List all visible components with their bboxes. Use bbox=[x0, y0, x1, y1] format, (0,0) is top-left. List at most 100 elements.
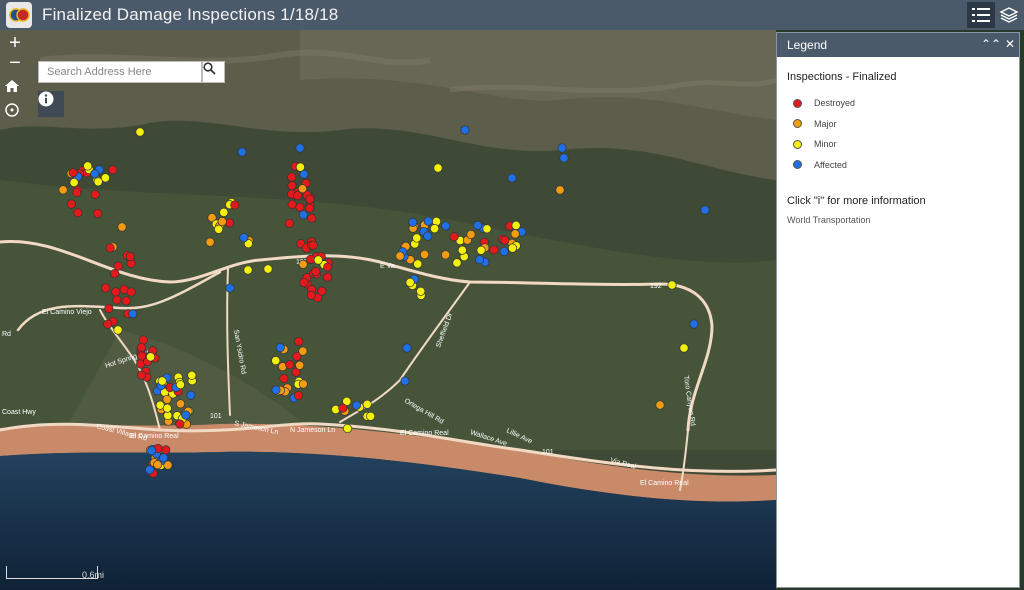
inspection-point[interactable] bbox=[306, 254, 316, 264]
inspection-point[interactable] bbox=[441, 221, 451, 231]
inspection-point[interactable] bbox=[430, 224, 440, 234]
inspection-point[interactable] bbox=[338, 403, 348, 413]
inspection-point[interactable] bbox=[153, 460, 163, 470]
map-view[interactable]: El Camino Viejo E Va... 192 192 San Ysid… bbox=[0, 30, 776, 590]
inspection-point[interactable] bbox=[405, 277, 415, 288]
inspection-point[interactable] bbox=[307, 213, 317, 223]
inspection-point[interactable] bbox=[507, 243, 518, 253]
inspection-point[interactable] bbox=[113, 261, 123, 271]
inspection-point[interactable] bbox=[400, 376, 410, 386]
inspection-point[interactable] bbox=[187, 370, 197, 380]
inspection-point[interactable] bbox=[420, 249, 430, 260]
inspection-point[interactable] bbox=[125, 252, 135, 262]
inspection-point[interactable] bbox=[90, 189, 100, 200]
info-button[interactable] bbox=[38, 91, 64, 117]
inspection-point[interactable] bbox=[72, 187, 82, 198]
inspection-point[interactable] bbox=[473, 220, 483, 230]
inspection-point[interactable] bbox=[507, 173, 517, 183]
inspection-point[interactable] bbox=[68, 168, 78, 178]
inspection-point[interactable] bbox=[136, 342, 146, 353]
inspection-point[interactable] bbox=[287, 199, 297, 210]
inspection-point[interactable] bbox=[161, 445, 171, 455]
inspection-point[interactable] bbox=[146, 352, 156, 362]
inspection-point[interactable] bbox=[298, 379, 308, 389]
inspection-point[interactable] bbox=[93, 208, 103, 219]
inspection-point[interactable] bbox=[101, 283, 111, 293]
inspection-point[interactable] bbox=[408, 217, 418, 227]
inspection-point[interactable] bbox=[452, 258, 462, 268]
inspection-point[interactable] bbox=[175, 399, 186, 409]
inspection-point[interactable] bbox=[667, 280, 677, 290]
inspection-point[interactable] bbox=[295, 143, 305, 153]
inspection-point[interactable] bbox=[298, 259, 308, 269]
inspection-point[interactable] bbox=[287, 181, 297, 191]
inspection-point[interactable] bbox=[655, 400, 665, 410]
inspection-point[interactable] bbox=[416, 286, 426, 296]
inspection-point[interactable] bbox=[111, 287, 121, 297]
inspection-point[interactable] bbox=[423, 231, 433, 241]
inspection-point[interactable] bbox=[293, 390, 303, 401]
inspection-point[interactable] bbox=[679, 343, 689, 353]
inspection-point[interactable] bbox=[500, 235, 510, 245]
inspection-point[interactable] bbox=[117, 222, 127, 232]
inspection-point[interactable] bbox=[313, 255, 323, 265]
close-icon[interactable]: ✕ bbox=[1005, 37, 1015, 51]
inspection-point[interactable] bbox=[237, 147, 247, 157]
inspection-point[interactable] bbox=[219, 207, 229, 217]
home-button[interactable] bbox=[4, 78, 26, 100]
legend-toggle-button[interactable] bbox=[967, 2, 995, 28]
locate-button[interactable] bbox=[4, 102, 26, 124]
inspection-point[interactable] bbox=[112, 295, 122, 305]
inspection-point[interactable] bbox=[557, 143, 567, 153]
inspection-point[interactable] bbox=[93, 177, 103, 187]
inspection-point[interactable] bbox=[217, 217, 227, 227]
inspection-point[interactable] bbox=[90, 169, 100, 179]
inspection-point[interactable] bbox=[225, 283, 235, 293]
inspection-point[interactable] bbox=[457, 245, 467, 255]
search-button[interactable] bbox=[202, 61, 225, 83]
inspection-point[interactable] bbox=[308, 240, 318, 250]
inspection-point[interactable] bbox=[66, 199, 76, 209]
inspection-point[interactable] bbox=[294, 336, 304, 347]
inspection-point[interactable] bbox=[412, 233, 422, 243]
inspection-point[interactable] bbox=[214, 224, 224, 234]
inspection-point[interactable] bbox=[366, 411, 376, 421]
inspection-point[interactable] bbox=[285, 360, 295, 370]
inspection-point[interactable] bbox=[323, 262, 333, 272]
inspection-point[interactable] bbox=[510, 229, 520, 239]
inspection-point[interactable] bbox=[69, 177, 79, 188]
inspection-point[interactable] bbox=[147, 446, 157, 456]
inspection-point[interactable] bbox=[263, 264, 273, 274]
inspection-point[interactable] bbox=[162, 403, 172, 413]
inspection-point[interactable] bbox=[460, 125, 470, 135]
inspection-point[interactable] bbox=[128, 309, 138, 319]
inspection-point[interactable] bbox=[293, 191, 303, 201]
inspection-point[interactable] bbox=[121, 296, 131, 306]
inspection-point[interactable] bbox=[136, 370, 147, 380]
inspection-point[interactable] bbox=[104, 303, 114, 314]
inspection-point[interactable] bbox=[555, 185, 565, 195]
inspection-point[interactable] bbox=[58, 185, 68, 195]
inspection-point[interactable] bbox=[306, 290, 316, 300]
inspection-point[interactable] bbox=[305, 203, 315, 213]
inspection-point[interactable] bbox=[351, 400, 362, 410]
inspection-point[interactable] bbox=[145, 465, 155, 475]
collapse-icon[interactable]: ⌃⌃ bbox=[981, 37, 1001, 51]
inspection-point[interactable] bbox=[126, 287, 136, 297]
inspection-point[interactable] bbox=[279, 373, 289, 384]
inspection-point[interactable] bbox=[138, 335, 148, 345]
inspection-point[interactable] bbox=[271, 356, 281, 366]
inspection-point[interactable] bbox=[271, 385, 281, 395]
search-input[interactable] bbox=[38, 61, 202, 83]
inspection-point[interactable] bbox=[175, 419, 185, 429]
inspection-point[interactable] bbox=[239, 233, 249, 243]
inspection-point[interactable] bbox=[230, 200, 240, 210]
inspection-point[interactable] bbox=[700, 205, 710, 215]
inspection-point[interactable] bbox=[449, 232, 459, 242]
inspection-point[interactable] bbox=[323, 272, 333, 282]
inspection-point[interactable] bbox=[175, 380, 185, 390]
inspection-point[interactable] bbox=[474, 255, 485, 265]
inspection-point[interactable] bbox=[135, 127, 145, 137]
inspection-point[interactable] bbox=[423, 216, 433, 226]
inspection-point[interactable] bbox=[559, 153, 569, 163]
